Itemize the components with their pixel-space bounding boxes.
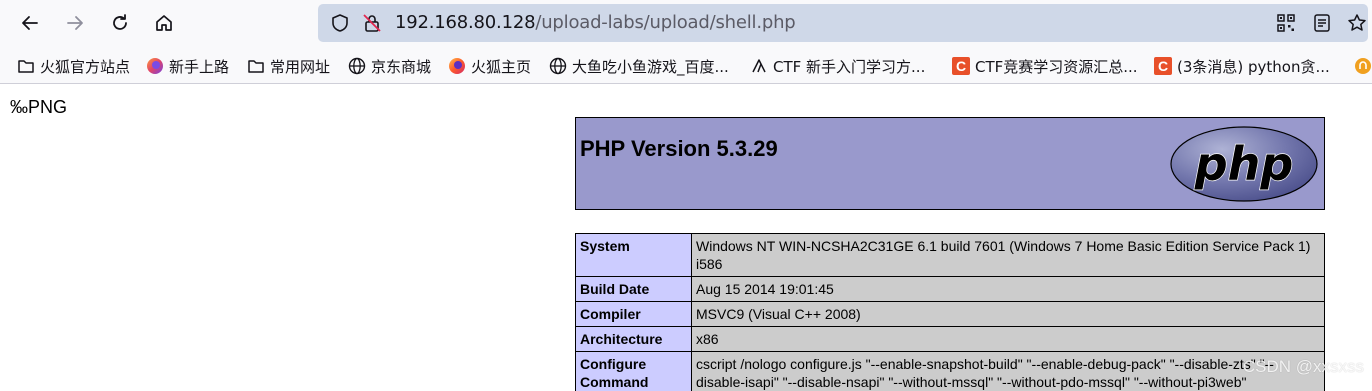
browser-toolbar: 192.168.80.128/upload-labs/upload/shell.…	[0, 0, 1372, 47]
csdn-c-icon: C	[952, 57, 970, 75]
bookmark-label: CTF 新手入门学习方...	[773, 57, 926, 76]
bookmark-item[interactable]: C (3条消息) python贪...	[1154, 55, 1330, 77]
bookmark-item[interactable]: 常用网址	[247, 55, 330, 77]
shield-icon[interactable]	[330, 13, 350, 33]
bookmark-star-icon[interactable]	[1347, 13, 1367, 33]
url-bar[interactable]: 192.168.80.128/upload-labs/upload/shell.…	[318, 4, 1368, 42]
qr-code-icon[interactable]	[1276, 13, 1296, 33]
overflow-icon	[1354, 57, 1372, 75]
bookmark-item[interactable]: 大鱼吃小鱼游戏_百度...	[549, 55, 729, 77]
bookmark-label: 火狐主页	[471, 57, 532, 76]
table-row: Configure Command cscript /nologo config…	[575, 351, 1325, 391]
globe-icon	[549, 57, 567, 75]
url-path: /upload-labs/upload/shell.php	[535, 12, 796, 33]
reader-view-icon[interactable]	[1312, 13, 1332, 33]
bookmark-label: 火狐官方站点	[40, 57, 131, 76]
bookmark-item[interactable]: 新手上路	[146, 55, 229, 77]
phpinfo-header: PHP Version 5.3.29 php	[575, 117, 1325, 210]
insecure-lock-icon[interactable]	[362, 13, 382, 33]
phpinfo-table: System Windows NT WIN-NCSHA2C31GE 6.1 bu…	[575, 233, 1325, 391]
bookmark-item[interactable]: 京东商城	[348, 55, 431, 77]
php-version-title: PHP Version 5.3.29	[580, 136, 778, 161]
bookmark-label: 新手上路	[169, 57, 230, 76]
bookmark-item[interactable]: 火狐主页	[448, 55, 531, 77]
forward-arrow-icon	[67, 16, 83, 30]
table-row: Compiler MSVC9 (Visual C++ 2008)	[575, 301, 1325, 327]
bookmark-label: (3条消息) python贪...	[1177, 57, 1330, 76]
row-key: Compiler	[575, 301, 692, 327]
firefox-icon	[448, 57, 466, 75]
forward-button[interactable]	[60, 8, 90, 38]
url-host: 192.168.80.128	[395, 12, 536, 33]
bookmark-label: 京东商城	[371, 57, 432, 76]
row-key: Build Date	[575, 276, 692, 302]
firefox-icon	[146, 57, 164, 75]
back-button[interactable]	[15, 8, 45, 38]
row-value: Aug 15 2014 19:01:45	[691, 276, 1325, 302]
bookmark-label: 大鱼吃小鱼游戏_百度...	[572, 57, 729, 76]
ctf-icon	[750, 57, 768, 75]
url-text[interactable]: 192.168.80.128/upload-labs/upload/shell.…	[395, 12, 796, 34]
bookmark-item[interactable]: 火狐官方站点	[17, 55, 130, 77]
bookmark-label: CTF竞赛学习资源汇总...	[975, 57, 1138, 76]
bookmark-label: 常用网址	[270, 57, 331, 76]
table-row: Architecture x86	[575, 326, 1325, 352]
row-value: MSVC9 (Visual C++ 2008)	[691, 301, 1325, 327]
svg-text:php: php	[1194, 137, 1294, 191]
phpinfo-header-wrapper: PHP Version 5.3.29 php	[575, 117, 1325, 210]
reload-icon	[113, 14, 127, 30]
row-value: cscript /nologo configure.js "--enable-s…	[691, 351, 1325, 391]
folder-icon	[247, 57, 265, 75]
reload-button[interactable]	[105, 8, 135, 38]
home-icon	[156, 15, 172, 31]
row-value: Windows NT WIN-NCSHA2C31GE 6.1 build 760…	[691, 233, 1325, 277]
png-header-text: ‰PNG	[10, 97, 68, 117]
bookmark-item[interactable]: C CTF竞赛学习资源汇总...	[952, 55, 1138, 77]
row-key: Configure Command	[575, 351, 692, 391]
bookmark-overflow[interactable]	[1354, 55, 1372, 77]
table-row: System Windows NT WIN-NCSHA2C31GE 6.1 bu…	[575, 233, 1325, 277]
bookmarks-toolbar: 火狐官方站点 新手上路 常用网址 京东商城 火狐主页 大鱼吃小鱼游戏_百度...…	[0, 47, 1372, 84]
csdn-c-icon: C	[1154, 57, 1172, 75]
row-value: x86	[691, 326, 1325, 352]
globe-icon	[348, 57, 366, 75]
folder-icon	[17, 57, 35, 75]
row-key: System	[575, 233, 692, 277]
back-arrow-icon	[22, 16, 38, 30]
table-row: Build Date Aug 15 2014 19:01:45	[575, 276, 1325, 302]
home-button[interactable]	[149, 8, 179, 38]
bookmark-item[interactable]: CTF 新手入门学习方...	[750, 55, 925, 77]
php-logo-icon[interactable]: php	[1169, 125, 1319, 203]
csdn-watermark: CSDN @xxsxss	[1242, 357, 1364, 376]
row-key: Architecture	[575, 326, 692, 352]
